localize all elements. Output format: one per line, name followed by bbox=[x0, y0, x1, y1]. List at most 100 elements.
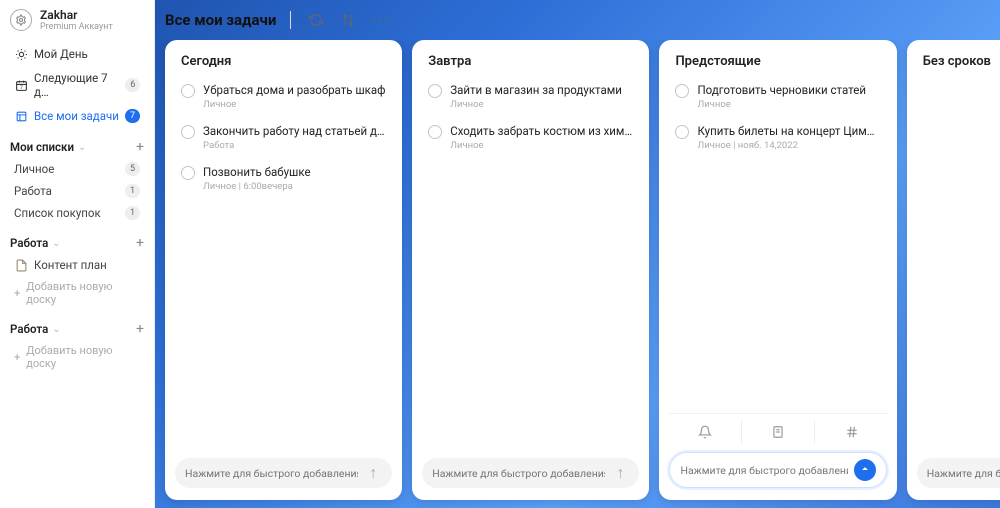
list-item[interactable]: Список покупок 1 bbox=[10, 202, 144, 224]
nav-label: Мой День bbox=[34, 47, 88, 61]
quick-add[interactable]: ↑ bbox=[917, 458, 1000, 488]
task-row[interactable]: Убраться дома и разобрать шкафЛичное bbox=[181, 79, 386, 120]
add-label: Добавить новую доску bbox=[26, 344, 140, 370]
nav-myday[interactable]: Мой День bbox=[10, 42, 144, 66]
sidebar: Zakhar Premium Аккаунт Мой День 7 Следующи… bbox=[0, 0, 155, 508]
column-title: Предстоящие bbox=[659, 40, 896, 79]
calendar-icon: 7 bbox=[14, 78, 28, 92]
add-icon[interactable]: + bbox=[136, 140, 144, 154]
section-title: Работа bbox=[10, 322, 48, 336]
add-icon[interactable]: + bbox=[136, 322, 144, 336]
action-row bbox=[669, 413, 886, 444]
list-label: Список покупок bbox=[14, 206, 101, 220]
column-tomorrow: ЗавтраЗайти в магазин за продуктамиЛично… bbox=[412, 40, 649, 500]
sort-icon[interactable] bbox=[337, 9, 359, 31]
quick-add-input[interactable] bbox=[185, 467, 358, 480]
nav-label: Все мои задачи bbox=[34, 109, 119, 123]
checkbox[interactable] bbox=[181, 84, 195, 98]
section-title: Работа bbox=[10, 236, 48, 250]
list-item[interactable]: Контент план bbox=[10, 254, 144, 276]
task-meta: Личное bbox=[450, 140, 633, 151]
nav-allmytasks[interactable]: Все мои задачи 7 bbox=[10, 104, 144, 128]
task-list: Убраться дома и разобрать шкафЛичноеЗако… bbox=[165, 79, 402, 450]
task-list bbox=[907, 79, 1000, 450]
sidebar-sections: Мои списки⌄+Личное5Работа1Список покупок… bbox=[10, 140, 144, 374]
column-title: Сегодня bbox=[165, 40, 402, 79]
gear-icon bbox=[15, 14, 27, 26]
section-head[interactable]: Мои списки ⌄ + bbox=[10, 140, 144, 154]
doc-icon bbox=[14, 258, 28, 272]
task-row[interactable]: Закончить работу над статьей для …Работа bbox=[181, 120, 386, 161]
column-footer bbox=[659, 444, 896, 500]
quick-add[interactable]: ↑ bbox=[175, 458, 392, 488]
quick-add-input[interactable] bbox=[432, 467, 605, 480]
quick-add[interactable] bbox=[669, 452, 886, 488]
quick-add-input[interactable] bbox=[927, 467, 1000, 480]
task-title: Позвонить бабушке bbox=[203, 165, 386, 180]
nav-badge: 7 bbox=[125, 109, 140, 123]
task-row[interactable]: Зайти в магазин за продуктамиЛичное bbox=[428, 79, 633, 120]
list-label: Личное bbox=[14, 162, 54, 176]
task-list: Подготовить черновики статейЛичноеКупить… bbox=[659, 79, 896, 413]
expand-icon[interactable]: ↑ bbox=[611, 464, 629, 482]
send-button[interactable] bbox=[854, 459, 876, 481]
nav: Мой День7Следующие 7 д…6Все мои задачи7 bbox=[10, 42, 144, 128]
task-row[interactable]: Подготовить черновики статейЛичное bbox=[675, 79, 880, 120]
list-label: Контент план bbox=[34, 258, 107, 272]
task-row[interactable]: Купить билеты на концерт ЦиммераЛичное |… bbox=[675, 120, 880, 161]
user-block[interactable]: Zakhar Premium Аккаунт bbox=[10, 8, 144, 32]
column-upcoming: ПредстоящиеПодготовить черновики статейЛ… bbox=[659, 40, 896, 500]
task-meta: Личное bbox=[450, 99, 633, 110]
column-footer: ↑ bbox=[412, 450, 649, 500]
list-item[interactable]: Личное5 bbox=[10, 158, 144, 180]
checkbox[interactable] bbox=[675, 84, 689, 98]
column-today: СегодняУбраться дома и разобрать шкафЛич… bbox=[165, 40, 402, 500]
task-title: Убраться дома и разобрать шкаф bbox=[203, 83, 386, 98]
note-icon[interactable] bbox=[764, 420, 792, 444]
checkbox[interactable] bbox=[181, 166, 195, 180]
column-footer: ↑ bbox=[907, 450, 1000, 500]
task-meta: Личное | нояб. 14,2022 bbox=[697, 140, 880, 151]
topbar: Все мои задачи ⋯ bbox=[155, 6, 1000, 40]
avatar bbox=[10, 9, 32, 31]
add-board[interactable]: + Добавить новую доску bbox=[10, 276, 144, 310]
list-badge: 1 bbox=[125, 206, 140, 220]
section-head[interactable]: Работа ⌄ + bbox=[10, 322, 144, 336]
task-title: Подготовить черновики статей bbox=[697, 83, 880, 98]
nav-next7[interactable]: 7Следующие 7 д…6 bbox=[10, 66, 144, 104]
checkbox[interactable] bbox=[428, 84, 442, 98]
columns: СегодняУбраться дома и разобрать шкафЛич… bbox=[155, 40, 1000, 508]
bell-icon[interactable] bbox=[691, 420, 719, 444]
expand-icon[interactable]: ↑ bbox=[364, 464, 382, 482]
refresh-icon[interactable] bbox=[305, 9, 327, 31]
list-item[interactable]: Работа1 bbox=[10, 180, 144, 202]
column-nodate: Без сроков ↑ bbox=[907, 40, 1000, 500]
section-head[interactable]: Работа⌄+ bbox=[10, 236, 144, 250]
task-title: Закончить работу над статьей для … bbox=[203, 124, 386, 139]
people-icon: ⌄ bbox=[78, 142, 86, 153]
plus-icon: + bbox=[14, 287, 20, 300]
checkbox[interactable] bbox=[181, 125, 195, 139]
more-icon[interactable]: ⋯ bbox=[369, 9, 391, 31]
column-title: Завтра bbox=[412, 40, 649, 79]
column-title: Без сроков bbox=[907, 40, 1000, 79]
list-badge: 1 bbox=[125, 184, 140, 198]
checkbox[interactable] bbox=[675, 125, 689, 139]
svg-text:7: 7 bbox=[20, 84, 23, 90]
quick-add[interactable]: ↑ bbox=[422, 458, 639, 488]
add-label: Добавить новую доску bbox=[26, 280, 140, 306]
nav-label: Следующие 7 д… bbox=[34, 71, 119, 99]
task-title: Сходить забрать костюм из химчи… bbox=[450, 124, 633, 139]
task-row[interactable]: Сходить забрать костюм из химчи…Личное bbox=[428, 120, 633, 161]
plus-icon: + bbox=[14, 351, 20, 364]
task-meta: Работа bbox=[203, 140, 386, 151]
people-icon: ⌄ bbox=[52, 324, 60, 335]
hash-icon[interactable] bbox=[838, 420, 866, 444]
quick-add-input[interactable] bbox=[680, 464, 847, 477]
add-icon[interactable]: + bbox=[136, 236, 144, 250]
column-footer: ↑ bbox=[165, 450, 402, 500]
checkbox[interactable] bbox=[428, 125, 442, 139]
add-board[interactable]: + Добавить новую доску bbox=[10, 340, 144, 374]
section-title: Мои списки bbox=[10, 140, 74, 154]
task-row[interactable]: Позвонить бабушкеЛичное | 6:00вечера bbox=[181, 161, 386, 202]
